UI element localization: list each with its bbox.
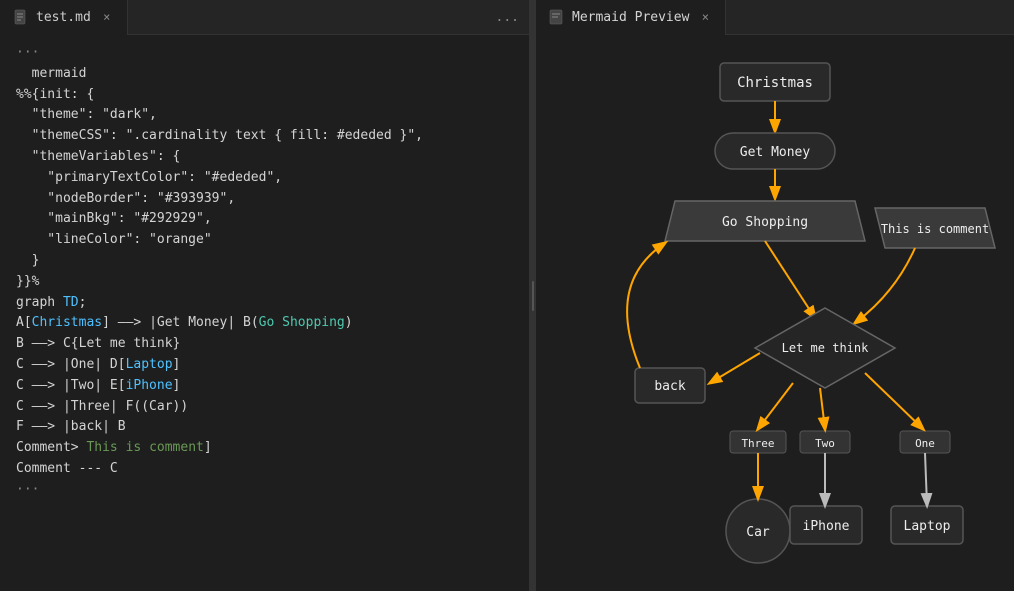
christmas-node-label: Christmas [737,75,813,91]
car-node-label: Car [746,525,770,540]
code-line: %%{init: { [0,85,529,106]
code-line: A[Christmas] ——> |Get Money| B(Go Shoppi… [0,313,529,334]
code-line: "lineColor": "orange" [0,230,529,251]
get-money-node-label: Get Money [740,145,811,160]
comment-node-label: This is comment [881,222,989,236]
code-line: "nodeBorder": "#393939", [0,189,529,210]
editor-tab-close[interactable]: × [99,9,115,25]
preview-tab-bar: Mermaid Preview × [536,0,1014,35]
code-line: Comment> This is comment] [0,438,529,459]
code-line: } [0,251,529,272]
code-line: ··· [0,43,529,64]
code-line: "theme": "dark", [0,105,529,126]
go-shopping-node-label: Go Shopping [722,215,808,230]
mermaid-diagram: Christmas Get Money Go Shopping This is … [536,35,1014,591]
code-line: B ——> C{Let me think} [0,334,529,355]
preview-content: Christmas Get Money Go Shopping This is … [536,35,1014,591]
editor-content: ··· mermaid %%{init: { "theme": "dark", … [0,35,529,591]
preview-tab-label: Mermaid Preview [572,10,689,25]
code-line: }}% [0,272,529,293]
editor-more-button[interactable]: ... [486,10,529,25]
editor-tab-label: test.md [36,10,91,25]
back-node-label: back [654,379,685,394]
code-line: "themeCSS": ".cardinality text { fill: #… [0,126,529,147]
code-line: "primaryTextColor": "#ededed", [0,168,529,189]
editor-tab-test-md[interactable]: test.md × [0,0,128,35]
one-label: One [915,437,935,450]
code-line: mermaid [0,64,529,85]
code-line: Comment --- C [0,459,529,480]
code-line: graph TD; [0,293,529,314]
laptop-node-label: Laptop [904,519,951,534]
preview-panel: Mermaid Preview × Christmas [536,0,1014,591]
file-icon [12,9,28,25]
code-line: "mainBkg": "#292929", [0,209,529,230]
code-line: ··· [0,480,529,501]
two-label: Two [815,437,835,450]
code-line: "themeVariables": { [0,147,529,168]
let-me-think-node-label: Let me think [782,341,869,355]
code-line: C ——> |Three| F((Car)) [0,397,529,418]
preview-tab-close[interactable]: × [697,9,713,25]
editor-panel: test.md × ... ··· mermaid %%{init: { "th… [0,0,530,591]
code-line: C ——> |One| D[Laptop] [0,355,529,376]
preview-tab[interactable]: Mermaid Preview × [536,0,726,35]
three-label: Three [741,437,774,450]
iphone-node-label: iPhone [803,519,850,534]
code-line: C ——> |Two| E[iPhone] [0,376,529,397]
diagram-svg: Christmas Get Money Go Shopping This is … [545,43,1005,583]
editor-tab-bar: test.md × ... [0,0,529,35]
preview-file-icon [548,9,564,25]
code-line: F ——> |back| B [0,417,529,438]
